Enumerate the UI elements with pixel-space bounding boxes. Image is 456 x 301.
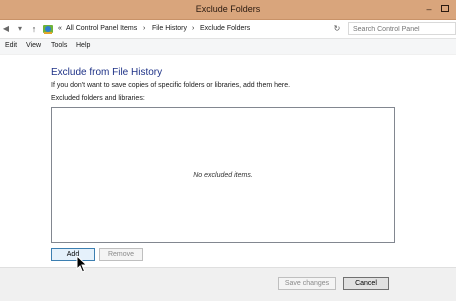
refresh-button[interactable]: ↻ <box>331 23 343 35</box>
main-content: Exclude from File History If you don't w… <box>0 55 456 267</box>
breadcrumb-separator[interactable]: › <box>143 22 145 36</box>
search-input[interactable] <box>353 24 451 34</box>
forward-icon: ▾ <box>17 24 22 33</box>
cancel-button[interactable]: Cancel <box>343 277 389 290</box>
page-description: If you don't want to save copies of spec… <box>51 82 291 89</box>
breadcrumb-exclude-folders[interactable]: Exclude Folders <box>200 22 250 36</box>
back-button[interactable]: ◀ <box>0 23 12 35</box>
add-button[interactable]: Add <box>51 248 95 261</box>
excluded-list-label: Excluded folders and libraries: <box>51 95 145 102</box>
dialog-footer: Save changes Cancel <box>0 267 456 301</box>
page-title: Exclude from File History <box>51 67 163 78</box>
maximize-button[interactable] <box>438 2 452 16</box>
breadcrumb-separator[interactable]: › <box>192 22 194 36</box>
window-title: Exclude Folders <box>195 4 261 14</box>
up-arrow-icon: ↑ <box>31 24 37 34</box>
recent-locations-button[interactable]: ▾ <box>14 23 26 35</box>
control-panel-icon <box>43 25 53 34</box>
menu-bar: Edit View Tools Help <box>0 39 456 54</box>
maximize-icon <box>441 5 449 12</box>
refresh-icon: ↻ <box>333 24 341 33</box>
back-icon: ◀ <box>2 24 10 33</box>
minimize-button[interactable]: – <box>422 2 436 16</box>
mouse-cursor-icon <box>76 255 88 273</box>
breadcrumb-all-control-panel-items[interactable]: All Control Panel Items <box>66 22 137 36</box>
excluded-items-list[interactable]: No excluded items. <box>51 107 395 243</box>
empty-list-message: No excluded items. <box>193 172 253 179</box>
search-box[interactable] <box>348 22 456 35</box>
save-changes-button[interactable]: Save changes <box>278 277 336 290</box>
menu-tools[interactable]: Tools <box>51 42 67 49</box>
menu-edit[interactable]: Edit <box>5 42 17 49</box>
menu-view[interactable]: View <box>26 42 41 49</box>
breadcrumb-overflow[interactable]: « <box>58 22 62 36</box>
minimize-icon: – <box>426 4 432 14</box>
address-row: ◀ ▾ ↑ « All Control Panel Items › File H… <box>0 20 456 39</box>
breadcrumb-file-history[interactable]: File History <box>152 22 187 36</box>
menu-help[interactable]: Help <box>76 42 90 49</box>
remove-button[interactable]: Remove <box>99 248 143 261</box>
address-bar[interactable]: « All Control Panel Items › File History… <box>58 22 382 36</box>
title-bar: Exclude Folders – <box>0 0 456 20</box>
up-button[interactable]: ↑ <box>28 23 40 35</box>
